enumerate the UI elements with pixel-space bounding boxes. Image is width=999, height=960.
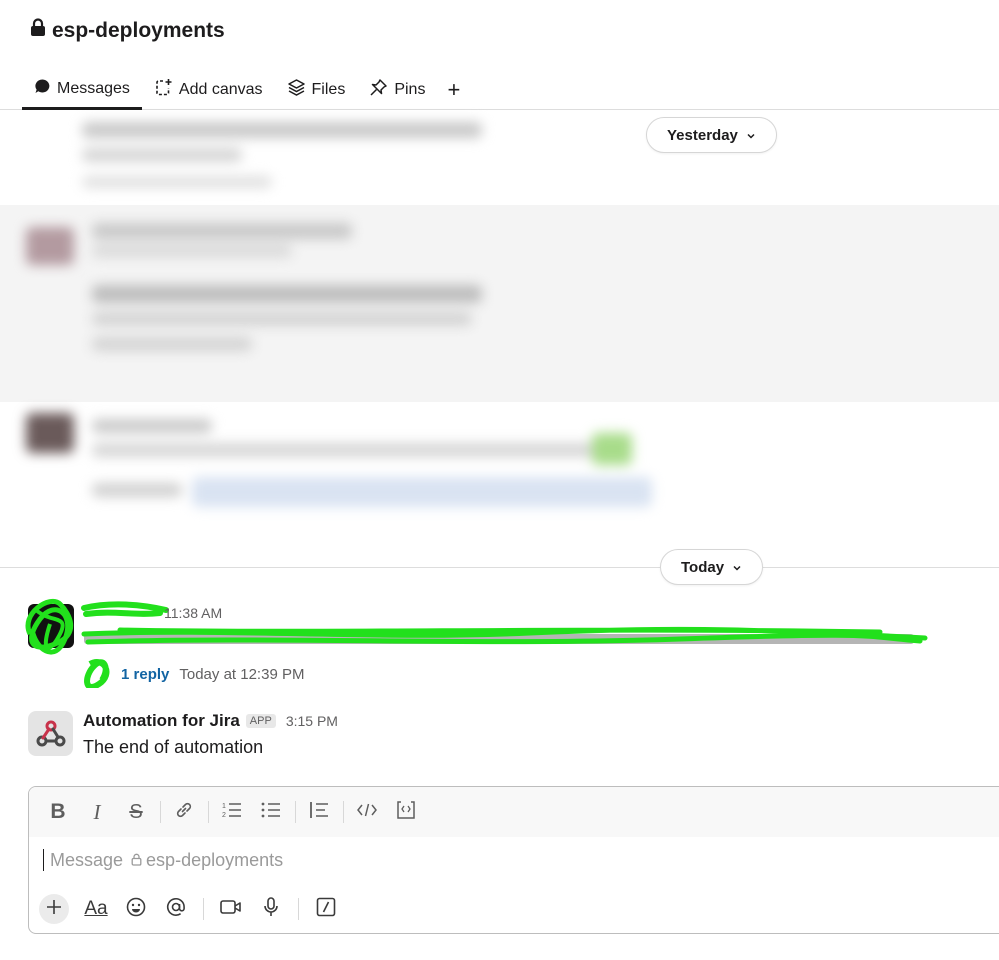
bulleted-list-button[interactable] xyxy=(254,795,288,829)
blockquote-button[interactable] xyxy=(302,795,336,829)
chevron-down-icon xyxy=(746,127,756,144)
author-name[interactable]: Automation for Jira xyxy=(83,711,240,731)
code-button[interactable] xyxy=(350,795,384,829)
date-label: Today xyxy=(681,558,725,576)
toolbar-divider xyxy=(203,898,204,920)
code-block-button[interactable] xyxy=(389,795,423,829)
audio-clip-button[interactable] xyxy=(254,892,288,926)
layers-icon xyxy=(287,78,306,102)
tab-add-canvas[interactable]: Add canvas xyxy=(142,70,275,110)
tab-label: Files xyxy=(311,81,346,98)
italic-button[interactable]: I xyxy=(80,795,114,829)
reply-count-link[interactable]: 1 reply xyxy=(121,666,169,683)
add-canvas-icon xyxy=(154,78,173,102)
placeholder-channel: esp-deployments xyxy=(146,849,284,870)
strikethrough-button[interactable]: S xyxy=(119,795,153,829)
add-tab-button[interactable]: + xyxy=(437,70,470,110)
bulleted-list-icon xyxy=(260,800,282,825)
pin-icon xyxy=(369,78,388,102)
formatting-toolbar: B I S 12 xyxy=(29,787,999,837)
ordered-list-button[interactable]: 12 xyxy=(215,795,249,829)
slash-command-button[interactable] xyxy=(309,892,343,926)
lock-icon xyxy=(131,850,142,871)
tab-pins[interactable]: Pins xyxy=(357,70,437,110)
date-divider-yesterday[interactable]: Yesterday xyxy=(646,117,777,153)
date-label: Yesterday xyxy=(667,126,738,144)
blockquote-icon xyxy=(308,800,330,825)
date-divider-today[interactable]: Today xyxy=(660,549,764,585)
svg-text:2: 2 xyxy=(222,812,226,819)
message-timestamp[interactable]: 11:38 AM xyxy=(164,605,222,621)
emoji-icon xyxy=(125,896,147,923)
toolbar-divider xyxy=(298,898,299,920)
placeholder-prefix: Message xyxy=(50,849,124,870)
app-badge: APP xyxy=(245,714,276,728)
toolbar-divider xyxy=(295,801,296,823)
mention-button[interactable] xyxy=(159,892,193,926)
slash-command-icon xyxy=(315,896,337,923)
message-header: Automation for Jira APP 3:15 PM xyxy=(83,711,338,731)
code-icon xyxy=(356,800,378,825)
blurred-block xyxy=(22,215,682,535)
video-camera-icon xyxy=(219,897,243,922)
tab-files[interactable]: Files xyxy=(275,70,358,110)
toolbar-divider xyxy=(343,801,344,823)
plus-icon xyxy=(45,898,63,921)
composer-actions: Aa xyxy=(37,891,349,927)
channel-tabs: Messages Add canvas Files Pins + xyxy=(22,70,470,110)
message-text: The end of automation xyxy=(83,737,264,757)
at-sign-icon xyxy=(165,896,187,923)
video-clip-button[interactable] xyxy=(214,892,248,926)
message-input[interactable]: Message esp-deployments xyxy=(43,849,283,871)
toolbar-divider xyxy=(208,801,209,823)
tab-label: Messages xyxy=(57,79,130,97)
text-caret xyxy=(43,849,44,871)
message-timestamp[interactable]: 3:15 PM xyxy=(286,713,338,729)
blurred-block xyxy=(72,118,502,198)
code-block-icon xyxy=(395,800,417,825)
redaction-scribble xyxy=(81,601,169,617)
toolbar-divider xyxy=(160,801,161,823)
last-reply-time: Today at 12:39 PM xyxy=(179,666,305,683)
microphone-icon xyxy=(261,896,281,923)
channel-header: esp-deployments Messages Add canvas File… xyxy=(0,0,999,110)
link-button[interactable] xyxy=(167,795,201,829)
emoji-button[interactable] xyxy=(119,892,153,926)
svg-text:1: 1 xyxy=(222,803,226,810)
message-bubble-icon xyxy=(34,78,51,100)
redaction-scribble xyxy=(84,659,110,688)
redaction-scribble xyxy=(81,626,928,645)
message-composer: B I S 12 Message esp-deployments Aa xyxy=(28,786,999,934)
tab-label: Add canvas xyxy=(178,81,263,98)
thread-summary[interactable]: 1 reply Today at 12:39 PM xyxy=(121,666,304,683)
jira-automation-webhook-icon[interactable] xyxy=(28,711,73,756)
bold-button[interactable]: B xyxy=(41,795,75,829)
lock-icon xyxy=(30,18,46,43)
chevron-down-icon xyxy=(732,559,742,576)
formatting-toggle-button[interactable]: Aa xyxy=(79,892,113,926)
channel-title[interactable]: esp-deployments xyxy=(30,18,225,43)
channel-name: esp-deployments xyxy=(52,18,225,42)
link-icon xyxy=(174,800,194,825)
plus-icon: + xyxy=(447,77,461,102)
tab-messages[interactable]: Messages xyxy=(22,70,142,110)
attach-button[interactable] xyxy=(39,894,69,924)
date-divider-line xyxy=(0,567,999,568)
tab-label: Pins xyxy=(394,81,426,98)
ordered-list-icon: 12 xyxy=(221,800,243,825)
